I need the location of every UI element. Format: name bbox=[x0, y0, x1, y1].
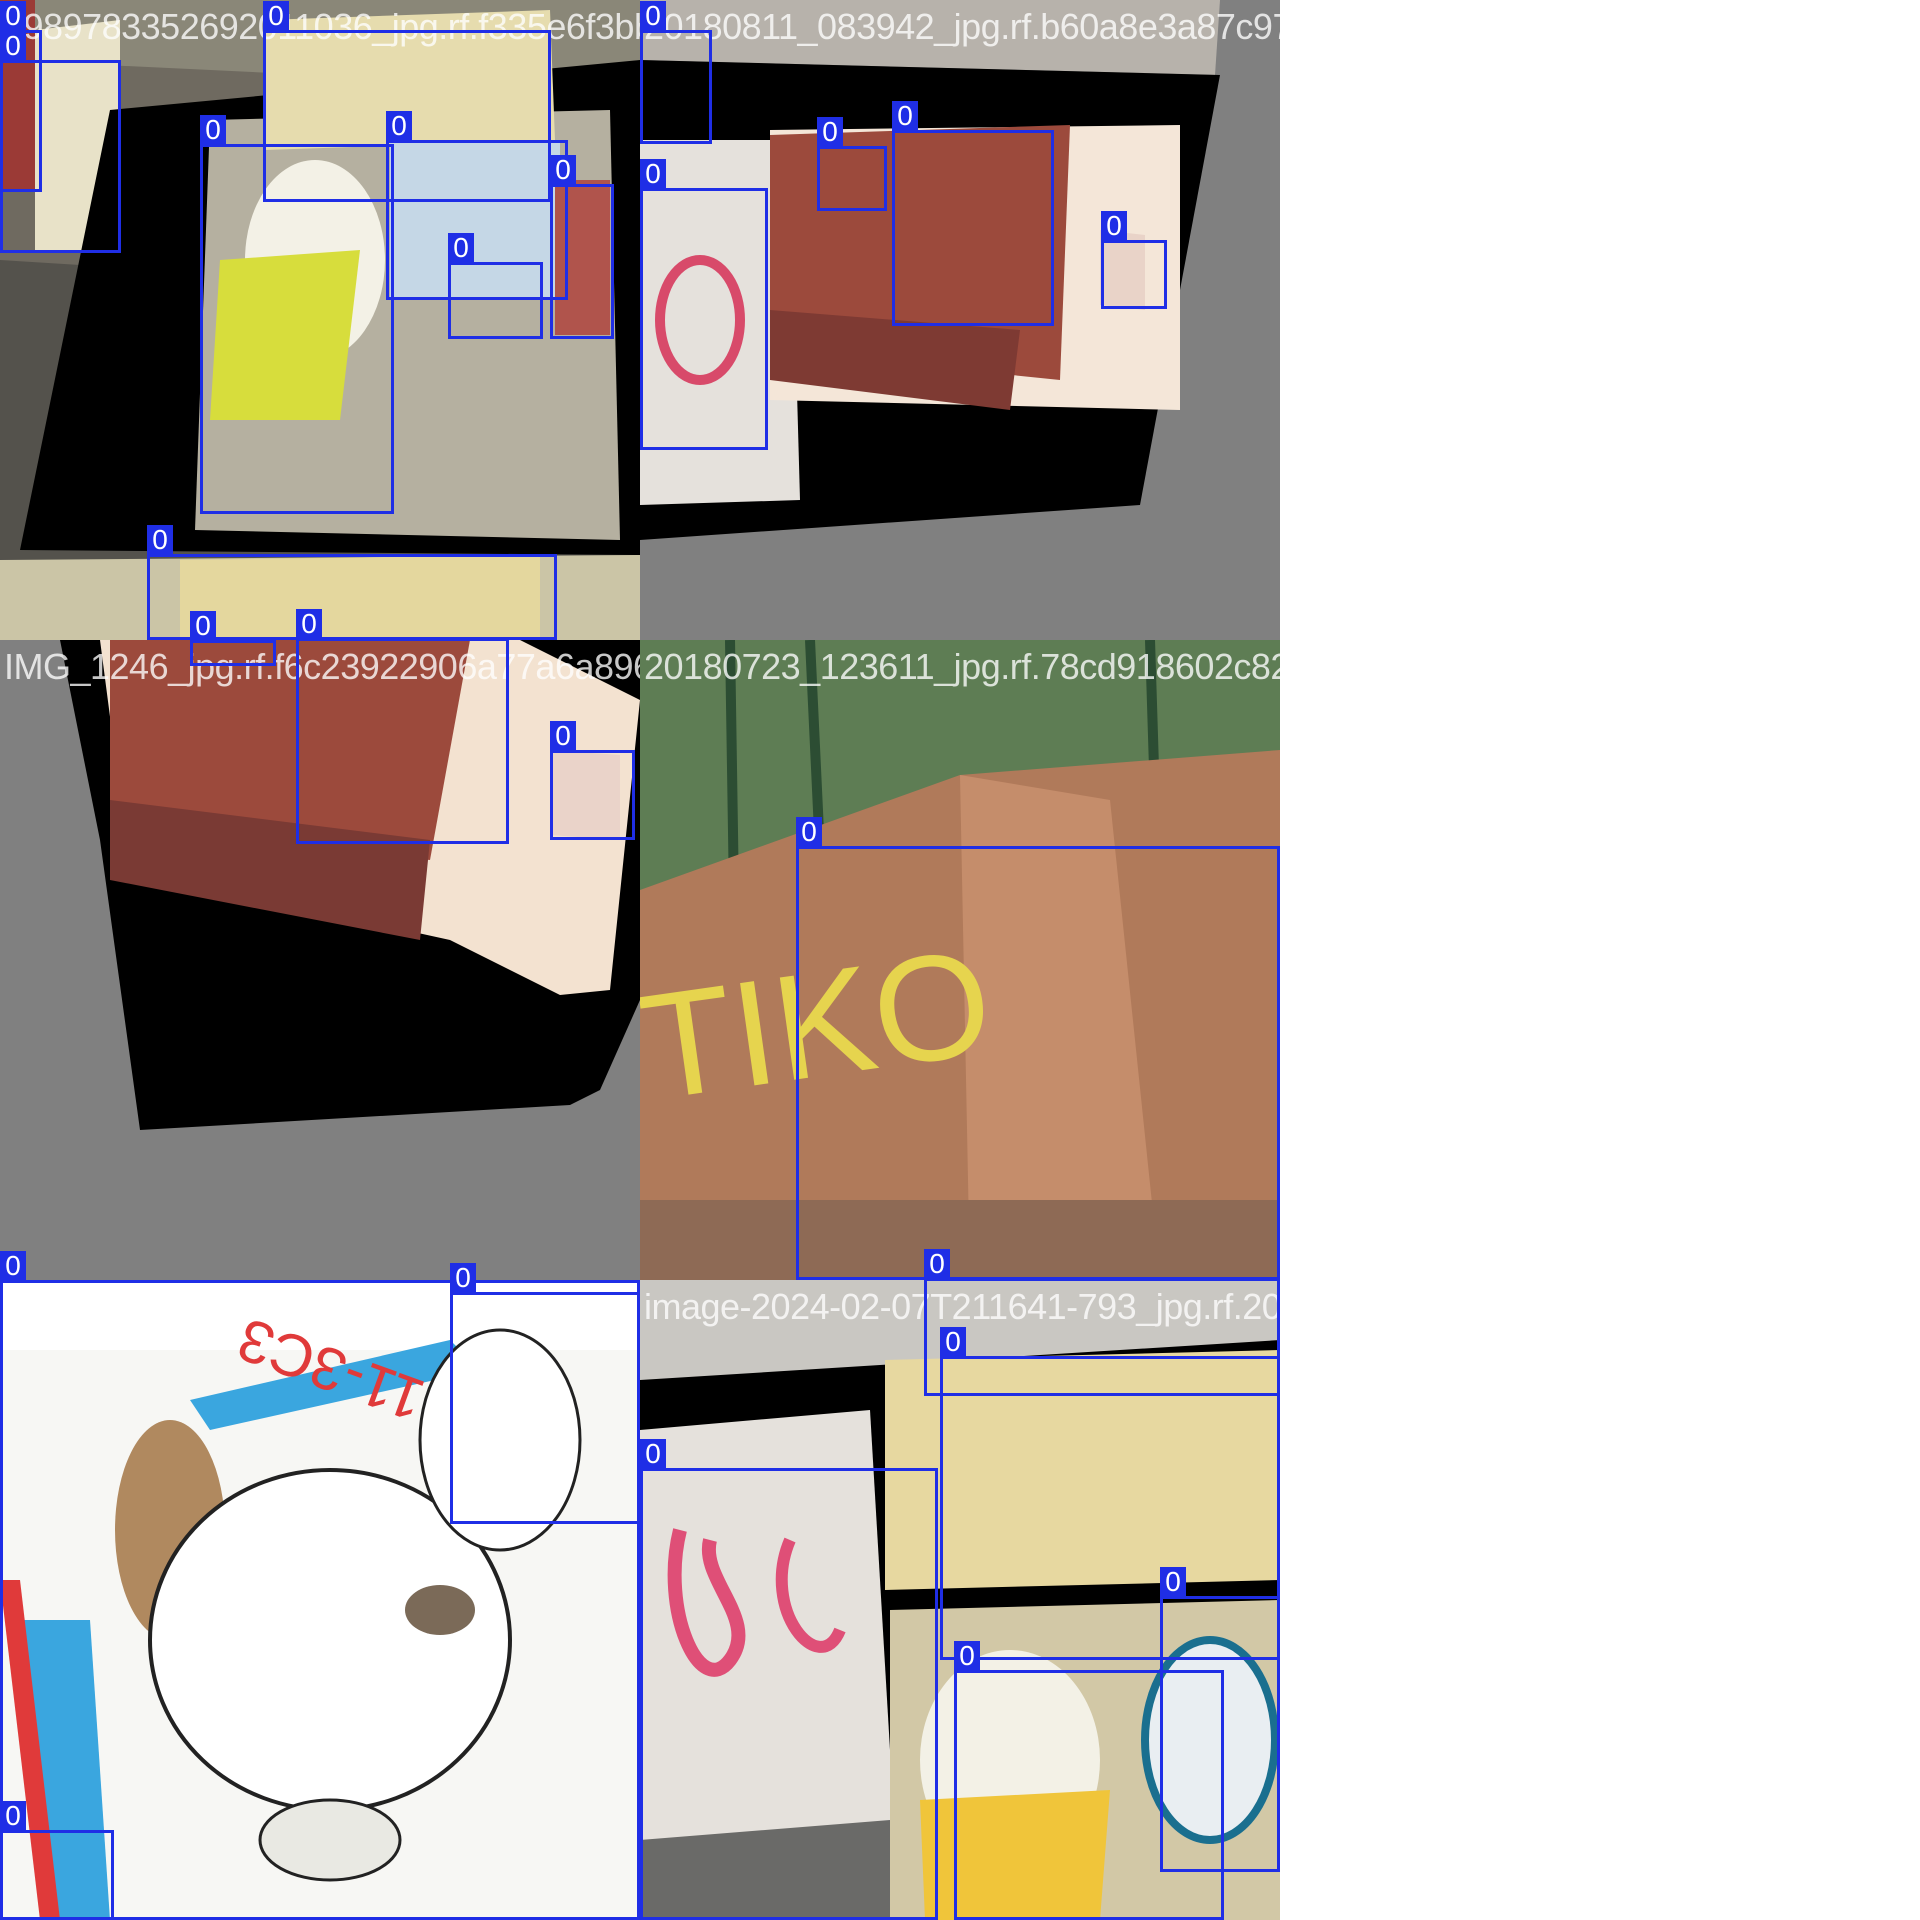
mosaic-tile-wooden-sign: TIKO 20180723_123611_jpg.rf.78cd918602c8… bbox=[640, 640, 1280, 1280]
mosaic-tile-underpass: 6989783352692011036_jpg.rf.f335e6f3bba32… bbox=[0, 0, 640, 640]
mosaic-tile-red-box-tilted: 20180811_083942_jpg.rf.b60a8e3a87c97 bbox=[640, 0, 1280, 640]
tile-photo-underpass bbox=[0, 0, 640, 640]
mosaic-tile-red-box-skewed: IMG_1246_jpg.rf.f6c23922906a77a6a896e29d bbox=[0, 640, 640, 1280]
tile-photo-red-box-skewed bbox=[0, 640, 640, 1280]
tile-photo-red-box-tilted bbox=[640, 0, 1280, 640]
tile-photo-pink-tag-wall bbox=[640, 1280, 1280, 1920]
image-mosaic: 6989783352692011036_jpg.rf.f335e6f3bba32… bbox=[0, 0, 1280, 1920]
mosaic-tile-sketch-mural: -11-3C3 2692496945805980781_jpg.rf.2b6c9… bbox=[0, 1280, 640, 1920]
mosaic-tile-pink-tag-wall: image-2024-02-07T211641-793_jpg.rf.2002 bbox=[640, 1280, 1280, 1920]
tile-photo-wooden-sign: TIKO bbox=[640, 640, 1280, 1280]
tile-photo-sketch-mural: -11-3C3 bbox=[0, 1280, 640, 1920]
